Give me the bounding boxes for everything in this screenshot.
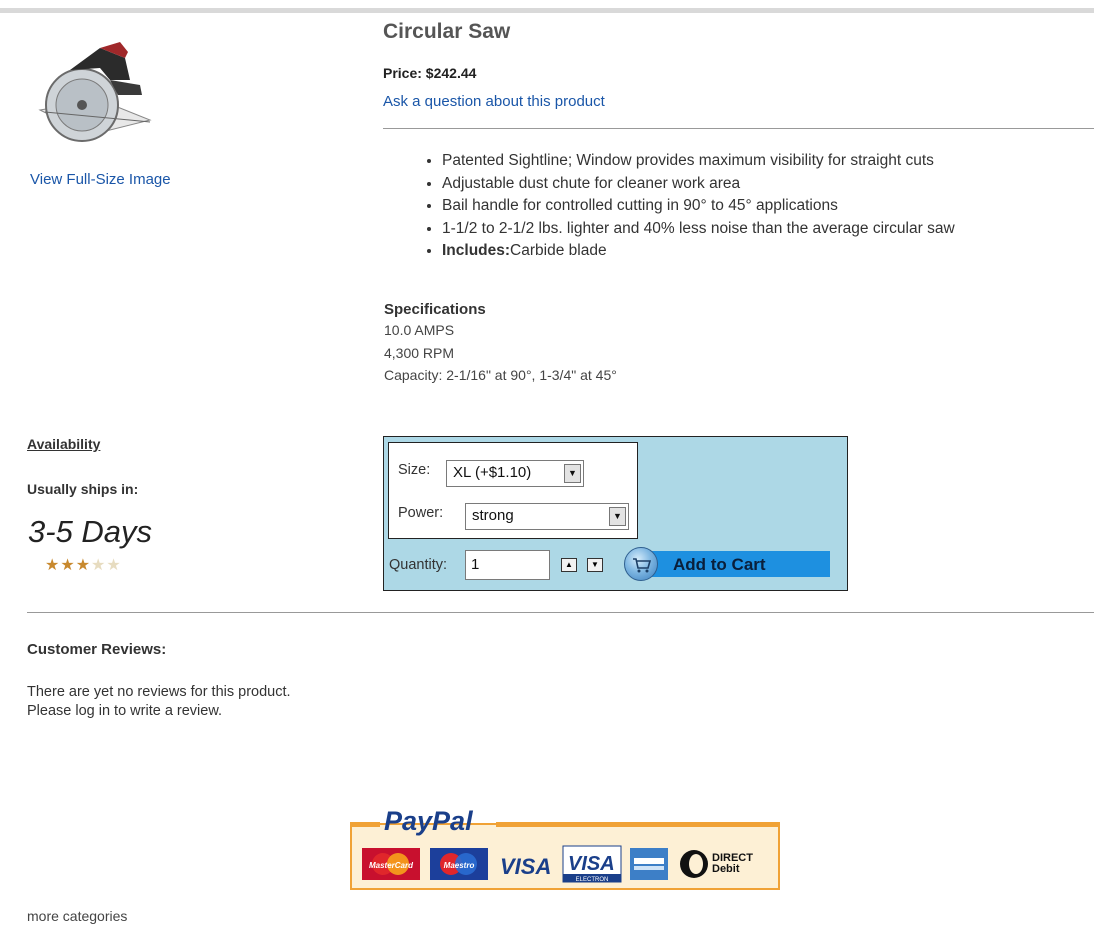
quantity-increment-button[interactable]: ▲ xyxy=(561,558,577,572)
ask-question-link[interactable]: Ask a question about this product xyxy=(383,93,605,110)
specifications-heading: Specifications xyxy=(384,301,486,318)
ships-label: Usually ships in: xyxy=(27,481,139,497)
ships-days: 3-5 Days xyxy=(28,514,153,549)
view-full-size-image-link[interactable]: View Full-Size Image xyxy=(30,171,171,188)
divider-under-price xyxy=(383,128,1094,129)
size-select-value: XL (+$1.10) xyxy=(453,464,532,481)
power-select[interactable]: strong ▼ xyxy=(465,503,629,530)
star-icon: ★ xyxy=(91,557,107,574)
more-categories-link[interactable]: more categories xyxy=(27,908,127,924)
feature-text: Bail handle for controlled cutting in 90… xyxy=(442,197,838,214)
shopping-cart-icon xyxy=(624,547,658,581)
chevron-down-icon[interactable]: ▼ xyxy=(564,464,581,483)
feature-item: Bail handle for controlled cutting in 90… xyxy=(442,195,955,218)
add-to-cart-label: Add to Cart xyxy=(673,555,766,574)
quantity-decrement-button[interactable]: ▼ xyxy=(587,558,603,572)
availability-heading: Availability xyxy=(27,436,101,452)
power-label: Power: xyxy=(398,505,444,521)
paypal-payment-logo: PayPal MasterCard Maestro VISA VISA ELEC… xyxy=(350,806,780,890)
maestro-text: Maestro xyxy=(444,861,475,870)
divider-above-reviews xyxy=(27,612,1094,613)
feature-text: Patented Sightline; Window provides maxi… xyxy=(442,152,934,169)
star-icon: ★ xyxy=(75,557,92,574)
feature-text: Adjustable dust chute for cleaner work a… xyxy=(442,174,741,192)
visa-text: VISA xyxy=(500,854,551,879)
star-icon: ★ xyxy=(45,557,61,574)
feature-item: 1-1/2 to 2-1/2 lbs. lighter and 40% less… xyxy=(442,218,955,241)
product-image[interactable] xyxy=(30,40,160,145)
visa-electron-text: VISA xyxy=(568,853,615,875)
quantity-input[interactable]: 1 xyxy=(465,550,550,580)
star-icon: ★ xyxy=(60,557,76,574)
spec-line: Capacity: 2-1/16" at 90°, 1-3/4" at 45° xyxy=(384,367,617,383)
quantity-label: Quantity: xyxy=(389,557,448,573)
power-select-value: strong xyxy=(472,507,514,524)
circular-saw-image xyxy=(38,42,152,142)
feature-item: Includes:Carbide blade xyxy=(442,240,955,263)
spec-line: 4,300 RPM xyxy=(384,345,455,361)
add-to-cart-button[interactable]: Add to Cart xyxy=(624,547,830,581)
mastercard-text: MasterCard xyxy=(369,861,414,870)
customer-reviews-heading: Customer Reviews: xyxy=(27,641,167,658)
no-reviews-text: There are yet no reviews for this produc… xyxy=(27,684,291,700)
chevron-down-icon[interactable]: ▼ xyxy=(609,507,626,526)
top-divider xyxy=(0,8,1094,13)
electron-subtext: ELECTRON xyxy=(576,877,609,883)
size-label: Size: xyxy=(398,462,431,478)
feature-bold-label: Includes: xyxy=(442,242,511,259)
size-select[interactable]: XL (+$1.10) ▼ xyxy=(446,460,584,487)
star-icon: ★ xyxy=(106,557,122,574)
feature-item: Adjustable dust chute for cleaner work a… xyxy=(442,173,955,196)
login-to-review-text: Please log in to write a review. xyxy=(27,703,223,719)
product-title: Circular Saw xyxy=(383,20,511,43)
feature-text: Carbide blade xyxy=(510,242,607,259)
paypal-text: PayPal xyxy=(384,808,473,836)
product-price: Price: $242.44 xyxy=(383,65,477,81)
rating-stars: ★★★★★ xyxy=(45,555,122,575)
feature-item: Patented Sightline; Window provides maxi… xyxy=(442,150,955,173)
feature-list: Patented Sightline; Window provides maxi… xyxy=(412,150,955,263)
spec-line: 10.0 AMPS xyxy=(384,322,455,338)
feature-text: 1-1/2 to 2-1/2 lbs. lighter and 40% less… xyxy=(442,219,955,237)
